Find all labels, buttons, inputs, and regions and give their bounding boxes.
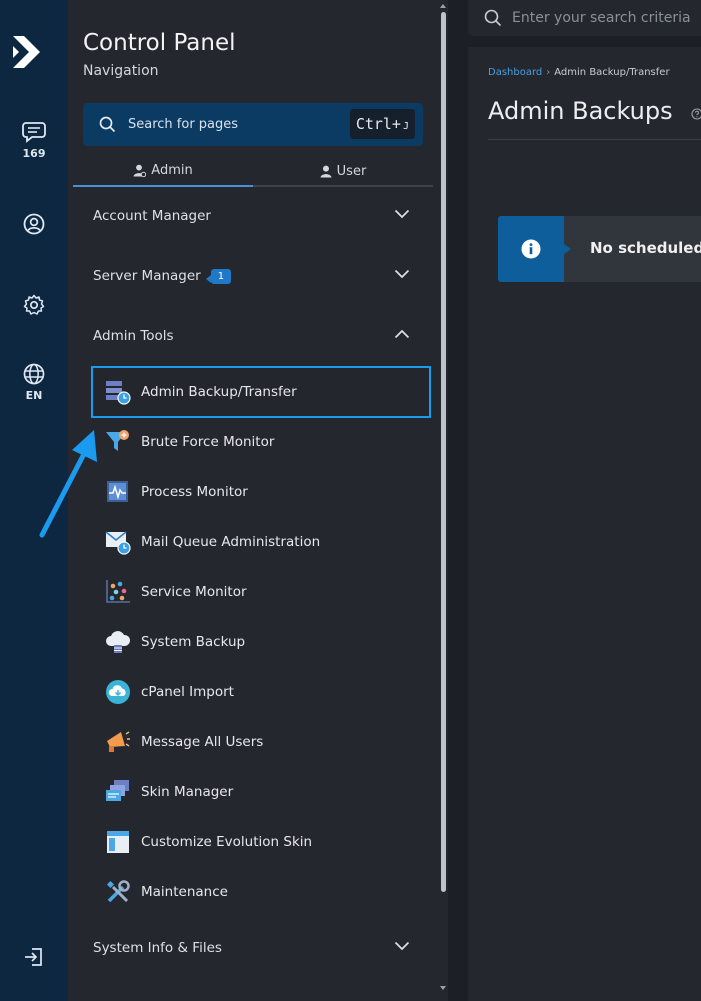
tab-user[interactable]: User (253, 155, 433, 187)
page-search-placeholder: Search for pages (128, 117, 239, 132)
app-logo-icon[interactable] (10, 32, 46, 72)
user-icon (320, 165, 332, 177)
nav-item-message-all-users[interactable]: Message All Users (91, 717, 431, 767)
section-server-manager[interactable]: Server Manager 1 (68, 251, 433, 301)
messages-rail-button[interactable]: 169 (0, 121, 68, 160)
tab-user-label: User (336, 163, 367, 179)
cloud-backup-icon (105, 629, 131, 655)
scroll-up-arrow-icon[interactable] (440, 4, 446, 8)
tab-admin-label: Admin (151, 162, 193, 178)
alert-message: No scheduled (590, 239, 701, 257)
section-label: Account Manager (93, 208, 211, 224)
backup-transfer-icon (105, 379, 131, 405)
section-label: Server Manager (93, 268, 201, 284)
chevron-down-icon (394, 269, 410, 279)
chat-icon (22, 122, 46, 143)
navigation-panel: Control Panel Navigation Search for page… (68, 0, 448, 1001)
nav-item-label: Maintenance (141, 884, 228, 900)
nav-item-brute-force-monitor[interactable]: Brute Force Monitor (91, 417, 431, 467)
nav-subtitle: Navigation (83, 63, 159, 79)
shortcut-modifier: Ctrl+ (355, 115, 401, 133)
globe-icon (23, 363, 45, 385)
settings-rail-button[interactable] (0, 294, 68, 316)
alert-pointer-icon (564, 244, 571, 254)
help-circle-icon[interactable] (691, 108, 701, 120)
page-search-button[interactable]: Search for pages Ctrl+ J (83, 103, 423, 146)
page-title: Admin Backups (488, 97, 673, 125)
admin-user-icon (133, 164, 147, 177)
chevron-down-icon (394, 209, 410, 219)
nav-item-label: cPanel Import (141, 684, 234, 700)
language-label: EN (25, 389, 43, 402)
nav-item-label: Message All Users (141, 734, 264, 750)
annotation-arrow-icon (39, 430, 97, 538)
section-system-info-files[interactable]: System Info & Files (68, 923, 433, 973)
nav-item-maintenance[interactable]: Maintenance (91, 867, 431, 917)
section-account-manager[interactable]: Account Manager (68, 191, 433, 241)
search-icon (484, 9, 502, 27)
search-icon (99, 116, 116, 133)
nav-item-label: Admin Backup/Transfer (141, 384, 297, 400)
breadcrumb-dashboard-link[interactable]: Dashboard (488, 67, 542, 78)
nav-item-label: System Backup (141, 634, 246, 650)
breadcrumb-current: Admin Backup/Transfer (554, 67, 670, 78)
nav-item-label: Customize Evolution Skin (141, 834, 313, 850)
server-manager-badge: 1 (205, 268, 232, 284)
nav-scrollbar-thumb[interactable] (441, 12, 446, 892)
nav-item-label: Mail Queue Administration (141, 534, 321, 550)
shortcut-key: J (402, 120, 409, 132)
cloud-import-icon (105, 679, 131, 705)
nav-item-customize-evolution-skin[interactable]: Customize Evolution Skin (91, 817, 431, 867)
gear-icon (23, 294, 45, 315)
chevron-down-icon (394, 941, 410, 951)
nav-item-process-monitor[interactable]: Process Monitor (91, 467, 431, 517)
nav-item-skin-manager[interactable]: Skin Manager (91, 767, 431, 817)
customize-skin-icon (105, 829, 131, 855)
info-alert: No scheduled (498, 216, 701, 282)
section-label: System Info & Files (93, 940, 222, 956)
nav-tabs: Admin User (73, 155, 433, 187)
user-circle-icon (23, 213, 45, 235)
tools-icon (105, 879, 131, 905)
nav-item-label: Skin Manager (141, 784, 234, 800)
chevron-up-icon (394, 329, 410, 339)
messages-count: 169 (22, 147, 46, 160)
breadcrumb: Dashboard › Admin Backup/Transfer (488, 67, 670, 78)
nav-item-mail-queue-administration[interactable]: Mail Queue Administration (91, 517, 431, 567)
nav-item-admin-backup-transfer[interactable]: Admin Backup/Transfer (91, 366, 431, 418)
tab-admin[interactable]: Admin (73, 155, 253, 187)
scroll-down-arrow-icon[interactable] (440, 986, 446, 990)
logout-icon (25, 948, 42, 966)
nav-item-service-monitor[interactable]: Service Monitor (91, 567, 431, 617)
language-rail-button[interactable]: EN (0, 363, 68, 402)
logout-rail-button[interactable] (0, 946, 68, 968)
nav-item-system-backup[interactable]: System Backup (91, 617, 431, 667)
info-icon (498, 216, 564, 282)
top-search-bar (468, 0, 701, 36)
nav-item-label: Service Monitor (141, 584, 247, 600)
title-divider (488, 139, 701, 140)
nav-title: Control Panel (83, 30, 236, 56)
megaphone-icon (105, 729, 131, 755)
profile-rail-button[interactable] (0, 213, 68, 235)
service-monitor-icon (105, 579, 131, 605)
nav-item-label: Process Monitor (141, 484, 248, 500)
nav-item-cpanel-import[interactable]: cPanel Import (91, 667, 431, 717)
section-admin-tools[interactable]: Admin Tools (68, 311, 433, 361)
breadcrumb-chevron-icon: › (546, 67, 551, 78)
search-shortcut-hint: Ctrl+ J (349, 109, 415, 139)
main-content: Dashboard › Admin Backup/Transfer Admin Ba… (468, 47, 701, 1001)
nav-item-label: Brute Force Monitor (141, 434, 275, 450)
global-search-input[interactable] (512, 6, 701, 30)
section-label: Admin Tools (93, 328, 174, 344)
skin-manager-icon (105, 779, 131, 805)
